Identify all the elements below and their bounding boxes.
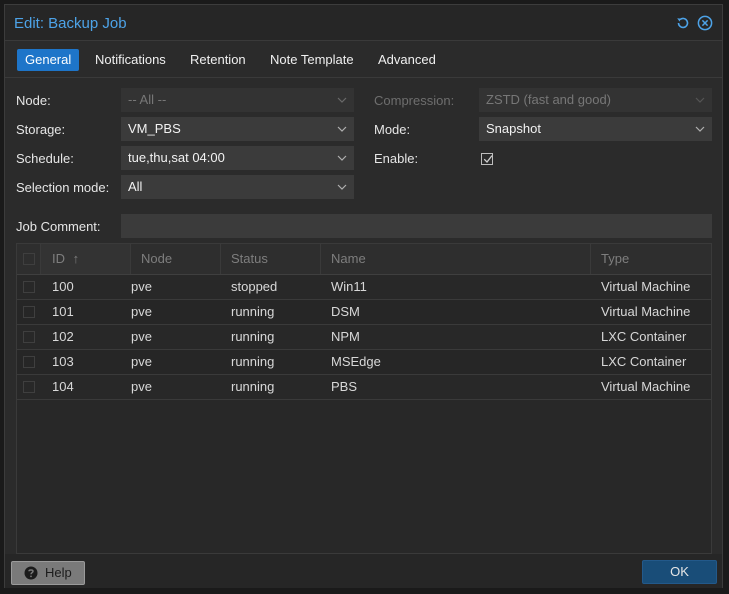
checkmark-icon: [483, 155, 493, 163]
cell-node: pve: [131, 304, 152, 319]
compression-select[interactable]: ZSTD (fast and good): [479, 88, 712, 112]
node-select[interactable]: -- All --: [121, 88, 354, 112]
tab-general[interactable]: General: [17, 49, 80, 71]
title-bar: Edit: Backup Job: [5, 5, 722, 41]
select-all-column: [17, 244, 41, 274]
dialog-footer: Help OK: [5, 554, 722, 588]
table-row[interactable]: 103 pve running MSEdge LXC Container: [17, 350, 711, 375]
cell-type: Virtual Machine: [601, 279, 691, 294]
node-label: Node:: [16, 93, 51, 108]
tab-retention[interactable]: Retention: [182, 49, 254, 71]
mode-select[interactable]: Snapshot: [479, 117, 712, 141]
row-checkbox[interactable]: [23, 281, 35, 293]
storage-select-value: VM_PBS: [128, 121, 181, 136]
cell-type: Virtual Machine: [601, 379, 691, 394]
cell-status: running: [231, 329, 275, 344]
cell-name: DSM: [331, 304, 360, 319]
table-row[interactable]: 100 pve stopped Win11 Virtual Machine: [17, 275, 711, 300]
chevron-down-icon: [337, 97, 347, 103]
cell-node: pve: [131, 354, 152, 369]
cell-node: pve: [131, 379, 152, 394]
schedule-label: Schedule:: [16, 151, 74, 166]
table-row[interactable]: 102 pve running NPM LXC Container: [17, 325, 711, 350]
cell-node: pve: [131, 329, 152, 344]
backup-job-dialog: Edit: Backup Job General Notifications R…: [4, 4, 723, 588]
cell-name: PBS: [331, 379, 358, 394]
schedule-select[interactable]: tue,thu,sat 04:00: [121, 146, 354, 170]
column-header-node[interactable]: Node: [131, 244, 221, 274]
row-checkbox[interactable]: [23, 331, 35, 343]
enable-label: Enable:: [374, 151, 419, 166]
column-header-name[interactable]: Name: [321, 244, 591, 274]
mode-select-value: Snapshot: [486, 121, 541, 136]
tab-advanced[interactable]: Advanced: [370, 49, 444, 71]
cell-id: 103: [52, 354, 74, 369]
column-header-status[interactable]: Status: [221, 244, 321, 274]
cell-status: running: [231, 354, 275, 369]
chevron-down-icon: [695, 126, 705, 132]
chevron-down-icon: [695, 97, 705, 103]
mode-label: Mode:: [374, 122, 411, 137]
cell-id: 102: [52, 329, 74, 344]
chevron-down-icon: [337, 155, 347, 161]
tab-bar: General Notifications Retention Note Tem…: [5, 42, 722, 78]
cell-name: Win11: [331, 279, 367, 294]
cell-type: LXC Container: [601, 329, 687, 344]
column-header-type[interactable]: Type: [591, 244, 711, 274]
compression-select-value: ZSTD (fast and good): [486, 92, 611, 107]
cell-id: 101: [52, 304, 74, 319]
chevron-down-icon: [337, 126, 347, 132]
chevron-down-icon: [337, 184, 347, 190]
column-header-id-label: ID: [52, 251, 65, 266]
row-checkbox[interactable]: [23, 306, 35, 318]
close-icon[interactable]: [697, 15, 713, 31]
cell-name: NPM: [331, 329, 360, 344]
row-checkbox[interactable]: [23, 356, 35, 368]
sort-ascending-icon: ↑: [72, 251, 80, 266]
help-button-label: Help: [45, 565, 72, 580]
cell-node: pve: [131, 279, 152, 294]
guest-selection-grid: ID ↑ Node Status Name Type 100 pve stopped…: [16, 243, 712, 554]
tab-notifications[interactable]: Notifications: [87, 49, 174, 71]
cell-id: 104: [52, 379, 74, 394]
row-checkbox[interactable]: [23, 381, 35, 393]
table-row[interactable]: 104 pve running PBS Virtual Machine: [17, 375, 711, 400]
job-comment-label: Job Comment:: [16, 219, 101, 234]
storage-label: Storage:: [16, 122, 66, 137]
reset-icon[interactable]: [675, 15, 691, 31]
dialog-title: Edit: Backup Job: [14, 15, 127, 32]
job-comment-input[interactable]: [121, 214, 712, 238]
ok-button[interactable]: OK: [642, 560, 717, 584]
tab-note-template[interactable]: Note Template: [262, 49, 362, 71]
cell-status: running: [231, 304, 275, 319]
schedule-select-value: tue,thu,sat 04:00: [128, 150, 225, 165]
cell-status: stopped: [231, 279, 278, 294]
cell-type: LXC Container: [601, 354, 687, 369]
cell-type: Virtual Machine: [601, 304, 691, 319]
table-row[interactable]: 101 pve running DSM Virtual Machine: [17, 300, 711, 325]
help-button[interactable]: Help: [11, 561, 85, 585]
enable-checkbox[interactable]: [481, 153, 493, 165]
grid-header: ID ↑ Node Status Name Type: [17, 244, 711, 275]
question-circle-icon: [24, 566, 38, 580]
compression-label: Compression:: [374, 93, 455, 108]
selection-mode-value: All: [128, 179, 143, 194]
cell-id: 100: [52, 279, 74, 294]
select-all-checkbox[interactable]: [23, 253, 35, 265]
storage-select[interactable]: VM_PBS: [121, 117, 354, 141]
node-select-value: -- All --: [128, 92, 167, 107]
cell-name: MSEdge: [331, 354, 381, 369]
cell-status: running: [231, 379, 275, 394]
column-header-id[interactable]: ID ↑: [41, 244, 131, 274]
selection-mode-select[interactable]: All: [121, 175, 354, 199]
selection-mode-label: Selection mode:: [16, 180, 110, 195]
